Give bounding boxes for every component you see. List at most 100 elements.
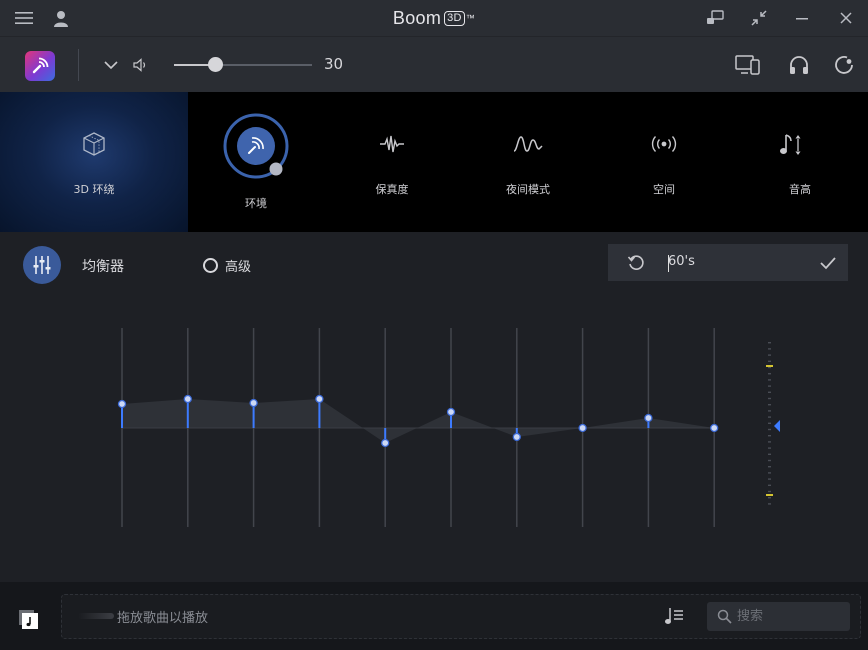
effect-ambience[interactable]: 环境 [188, 92, 324, 232]
preamp-tick [768, 459, 771, 462]
check-icon[interactable] [818, 253, 838, 273]
menu-icon[interactable] [12, 0, 36, 36]
preamp-tick [768, 490, 771, 493]
music-note-icon [778, 131, 806, 159]
preamp-tick [768, 484, 771, 486]
equalizer-area [0, 296, 868, 581]
output-device-icon[interactable] [734, 52, 762, 78]
search-input[interactable] [737, 602, 845, 631]
effect-label: 3D 环绕 [73, 183, 115, 196]
preamp-tick [768, 478, 771, 480]
mini-player-icon[interactable] [704, 0, 726, 36]
preamp-tick [768, 466, 771, 468]
preamp-tick [768, 441, 771, 443]
preamp-max-mark [766, 365, 773, 367]
eq-band-knob[interactable] [512, 432, 521, 442]
app-title: Boom 3D ™ [392, 7, 476, 28]
eq-band-knob[interactable] [183, 394, 192, 404]
preamp-tick [768, 373, 771, 375]
search-icon [717, 609, 733, 625]
eq-band-knob[interactable] [117, 399, 127, 409]
drop-hint: 拖放歌曲以播放 [117, 611, 209, 626]
preamp-tick [768, 354, 771, 356]
preamp-tick [768, 416, 771, 418]
compact-mode-icon[interactable] [748, 0, 770, 36]
boom3d-window: Boom 3D ™ 30 3D 环绕 环境 保真度 夜间模式 空间 音高 均衡器… [0, 0, 868, 650]
waveform-icon [378, 132, 406, 156]
preamp-tick [768, 348, 771, 350]
preamp-tick [768, 342, 771, 344]
playlist-icon[interactable] [664, 606, 686, 628]
preamp-tick [768, 428, 771, 431]
preamp-tick [768, 435, 771, 437]
effect-label: 环境 [245, 197, 267, 210]
power-toggle-icon[interactable] [830, 52, 858, 78]
preamp-tick [768, 503, 771, 505]
user-icon[interactable] [50, 0, 72, 36]
eq-band-knob[interactable] [381, 438, 390, 448]
ambience-dial[interactable] [218, 108, 294, 184]
chevron-down-icon[interactable] [102, 55, 120, 75]
drop-fade [78, 613, 114, 619]
volume-toolbar: 30 [0, 36, 868, 92]
search-box[interactable] [707, 602, 850, 631]
preamp-tick [768, 497, 771, 499]
preamp-tick [768, 472, 771, 474]
cube-icon [80, 130, 108, 158]
preamp-tick [768, 410, 771, 412]
text-caret [668, 255, 669, 272]
eq-band-knob[interactable] [578, 423, 587, 433]
effect-spatial[interactable]: 空间 [596, 92, 732, 232]
effect-label: 音高 [789, 183, 811, 196]
preamp-tick [768, 422, 771, 424]
volume-slider-knob[interactable] [207, 57, 223, 72]
effects-strip: 3D 环绕 环境 保真度 夜间模式 空间 音高 [0, 92, 868, 232]
preamp-tick [768, 385, 771, 387]
effect-fidelity[interactable]: 保真度 [324, 92, 460, 232]
eq-band-knob[interactable] [249, 398, 258, 408]
headphones-icon[interactable] [786, 52, 812, 78]
effect-3d-surround[interactable]: 3D 环绕 [0, 92, 188, 232]
preamp-tick [768, 447, 771, 449]
eq-band-knob[interactable] [315, 394, 324, 404]
advanced-label: 高级 [225, 260, 252, 275]
equalizer-graph[interactable] [0, 296, 868, 581]
effect-night-mode[interactable]: 夜间模式 [460, 92, 596, 232]
reset-icon[interactable] [626, 253, 646, 273]
effect-pitch[interactable]: 音高 [732, 92, 868, 232]
preamp-tick [768, 453, 771, 455]
preamp-tick [768, 360, 771, 362]
toolbar-divider [78, 49, 79, 81]
preamp-min-mark [766, 494, 773, 496]
now-playing-icon[interactable] [18, 609, 40, 631]
advanced-radio[interactable] [203, 258, 218, 273]
minimize-icon[interactable] [792, 0, 812, 36]
effect-label: 夜间模式 [506, 183, 550, 196]
equalizer-title: 均衡器 [82, 259, 124, 275]
preamp-tick [768, 366, 771, 369]
effect-label: 空间 [653, 183, 675, 196]
equalizer-icon[interactable] [23, 246, 61, 284]
preamp-tick [768, 379, 771, 381]
eq-band-knob[interactable] [710, 423, 719, 433]
title-bar: Boom 3D ™ [0, 0, 868, 36]
volume-slider-track[interactable] [174, 64, 312, 66]
sine-wave-icon [512, 132, 544, 156]
preamp-tick [768, 404, 771, 406]
player-bar: 拖放歌曲以播放 [0, 582, 868, 650]
eq-band-knob[interactable] [644, 413, 653, 423]
preset-name[interactable]: 60's [668, 254, 695, 269]
broadcast-icon [648, 132, 680, 156]
boom-logo[interactable] [25, 51, 55, 81]
effect-label: 保真度 [375, 183, 409, 196]
close-icon[interactable] [836, 0, 856, 36]
eq-band-knob[interactable] [446, 407, 456, 417]
preset-selector[interactable]: 60's [608, 244, 848, 281]
preamp-tick [768, 397, 771, 400]
volume-value: 30 [324, 55, 344, 73]
advanced-toggle[interactable]: 高级 [203, 256, 251, 275]
speaker-icon[interactable] [131, 55, 149, 75]
equalizer-header: 均衡器 高级 60's [0, 232, 868, 296]
eq-curve-area [122, 399, 715, 443]
preamp-pointer[interactable] [774, 420, 780, 432]
